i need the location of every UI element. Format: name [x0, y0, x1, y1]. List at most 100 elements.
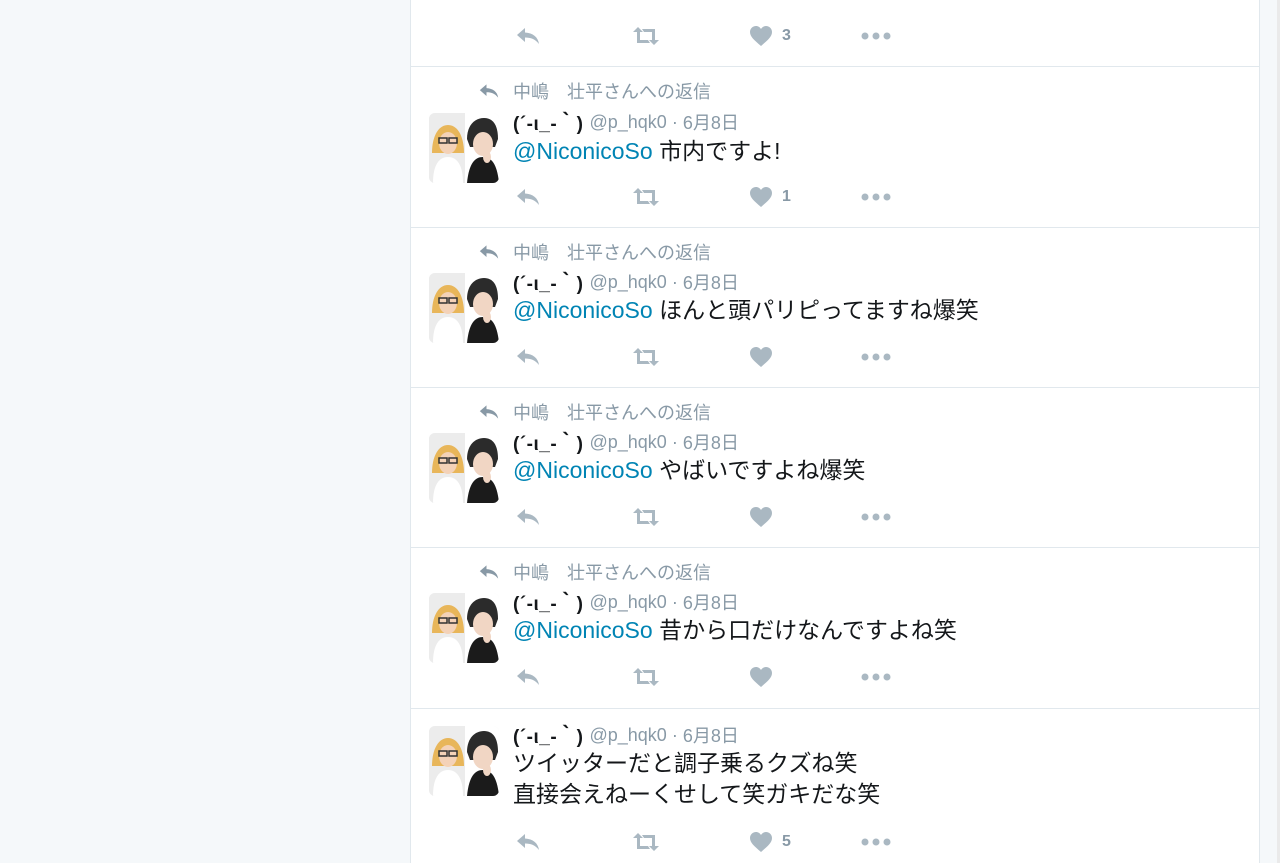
reply-context: 中嶋 壮平さんへの返信: [477, 240, 711, 264]
tweet[interactable]: 中嶋 壮平さんへの返信 (´-ι_-｀) @p_hqk0 · 6月8日 @Nic…: [411, 387, 1259, 547]
retweet-icon: [630, 185, 662, 209]
user-handle[interactable]: @p_hqk0: [589, 112, 666, 133]
reply-button[interactable]: [514, 24, 542, 48]
retweet-button[interactable]: [630, 24, 662, 48]
mention-link[interactable]: @NiconicoSo: [513, 138, 653, 164]
retweet-button[interactable]: [630, 505, 662, 529]
tweet-actions: [411, 665, 1259, 689]
tweet[interactable]: 中嶋 壮平さんへの返信 (´-ι_-｀) @p_hqk0 · 6月8日 @Nic…: [411, 227, 1259, 387]
mention-link[interactable]: @NiconicoSo: [513, 457, 653, 483]
like-count: 5: [782, 833, 791, 850]
like-button[interactable]: 5: [749, 830, 791, 854]
more-button[interactable]: [861, 830, 891, 854]
user-name[interactable]: (´-ι_-｀): [513, 429, 583, 456]
reply-arrow-icon: [514, 665, 542, 689]
reply-context-icon: [477, 562, 501, 582]
tweet-actions: 5: [411, 830, 1259, 854]
more-button[interactable]: [861, 345, 891, 369]
heart-icon: [749, 506, 773, 528]
separator: ·: [671, 111, 678, 132]
tweet-body: 昔から口だけなんですよね笑: [659, 617, 957, 643]
mention-link[interactable]: @NiconicoSo: [513, 297, 653, 323]
reply-context-text: 中嶋 壮平さんへの返信: [513, 563, 711, 583]
timestamp[interactable]: 6月8日: [683, 589, 739, 615]
reply-context-text: 中嶋 壮平さんへの返信: [513, 82, 711, 102]
like-button[interactable]: 3: [749, 24, 791, 48]
reply-context-icon: [477, 402, 501, 422]
timestamp[interactable]: 6月8日: [683, 429, 739, 455]
reply-button[interactable]: [514, 185, 542, 209]
reply-button[interactable]: [514, 345, 542, 369]
timeline: 3 中嶋 壮平さんへの返信 (´-ι_-｀) @p_hqk0 · 6月8日 @N…: [410, 0, 1260, 863]
more-dots-icon: [861, 672, 891, 682]
user-handle[interactable]: @p_hqk0: [589, 272, 666, 293]
like-button[interactable]: 1: [749, 185, 791, 209]
reply-arrow-icon: [514, 185, 542, 209]
tweet[interactable]: (´-ι_-｀) @p_hqk0 · 6月8日 ツイッターだと調子乗るクズね笑 …: [411, 708, 1259, 863]
tweet-header: (´-ι_-｀) @p_hqk0 · 6月8日: [513, 722, 739, 749]
reply-button[interactable]: [514, 830, 542, 854]
tweet-line-2: 直接会えねーくせして笑ガキだな笑: [513, 781, 881, 807]
more-button[interactable]: [861, 24, 891, 48]
more-button[interactable]: [861, 665, 891, 689]
timestamp[interactable]: 6月8日: [683, 722, 739, 748]
reply-button[interactable]: [514, 505, 542, 529]
reply-button[interactable]: [514, 665, 542, 689]
retweet-icon: [630, 505, 662, 529]
avatar[interactable]: [429, 726, 499, 796]
reply-context-icon: [477, 81, 501, 101]
more-dots-icon: [861, 192, 891, 202]
like-button[interactable]: [749, 665, 782, 689]
tweet[interactable]: 中嶋 壮平さんへの返信 (´-ι_-｀) @p_hqk0 · 6月8日 @Nic…: [411, 66, 1259, 227]
user-name[interactable]: (´-ι_-｀): [513, 269, 583, 296]
tweet-header: (´-ι_-｀) @p_hqk0 · 6月8日: [513, 429, 739, 456]
reply-arrow-icon: [514, 830, 542, 854]
like-count: 1: [782, 188, 791, 205]
retweet-icon: [630, 24, 662, 48]
timestamp[interactable]: 6月8日: [683, 109, 739, 135]
user-name[interactable]: (´-ι_-｀): [513, 589, 583, 616]
reply-arrow-icon: [514, 505, 542, 529]
mention-link[interactable]: @NiconicoSo: [513, 617, 653, 643]
retweet-button[interactable]: [630, 830, 662, 854]
reply-context-icon: [477, 242, 501, 262]
user-handle[interactable]: @p_hqk0: [589, 592, 666, 613]
reply-context-text: 中嶋 壮平さんへの返信: [513, 403, 711, 423]
tweet-line-1: ツイッターだと調子乗るクズね笑: [513, 750, 858, 776]
like-count: 3: [782, 27, 791, 44]
like-button[interactable]: [749, 505, 782, 529]
more-dots-icon: [861, 352, 891, 362]
like-button[interactable]: [749, 345, 782, 369]
user-handle[interactable]: @p_hqk0: [589, 432, 666, 453]
retweet-button[interactable]: [630, 665, 662, 689]
retweet-button[interactable]: [630, 185, 662, 209]
retweet-icon: [630, 345, 662, 369]
tweet-text: ツイッターだと調子乗るクズね笑 直接会えねーくせして笑ガキだな笑: [513, 748, 880, 810]
heart-icon: [749, 346, 773, 368]
avatar[interactable]: [429, 273, 499, 343]
tweet-body: 市内ですよ!: [659, 138, 781, 164]
reply-arrow-icon: [514, 345, 542, 369]
retweet-button[interactable]: [630, 345, 662, 369]
reply-context: 中嶋 壮平さんへの返信: [477, 79, 711, 103]
tweet-body: ほんと頭パリピってますね爆笑: [659, 297, 979, 323]
timestamp[interactable]: 6月8日: [683, 269, 739, 295]
heart-icon: [749, 186, 773, 208]
tweet-text: @NiconicoSo やばいですよね爆笑: [513, 455, 865, 486]
tweet-text: @NiconicoSo 市内ですよ!: [513, 136, 780, 167]
tweet[interactable]: 中嶋 壮平さんへの返信 (´-ι_-｀) @p_hqk0 · 6月8日 @Nic…: [411, 547, 1259, 708]
avatar[interactable]: [429, 593, 499, 663]
separator: ·: [671, 431, 678, 452]
separator: ·: [671, 591, 678, 612]
more-dots-icon: [861, 837, 891, 847]
more-button[interactable]: [861, 505, 891, 529]
user-name[interactable]: (´-ι_-｀): [513, 109, 583, 136]
more-button[interactable]: [861, 185, 891, 209]
avatar[interactable]: [429, 433, 499, 503]
user-name[interactable]: (´-ι_-｀): [513, 722, 583, 749]
avatar[interactable]: [429, 113, 499, 183]
retweet-icon: [630, 665, 662, 689]
user-handle[interactable]: @p_hqk0: [589, 725, 666, 746]
tweet-actions: 1: [411, 185, 1259, 209]
tweet-actions: [411, 345, 1259, 369]
